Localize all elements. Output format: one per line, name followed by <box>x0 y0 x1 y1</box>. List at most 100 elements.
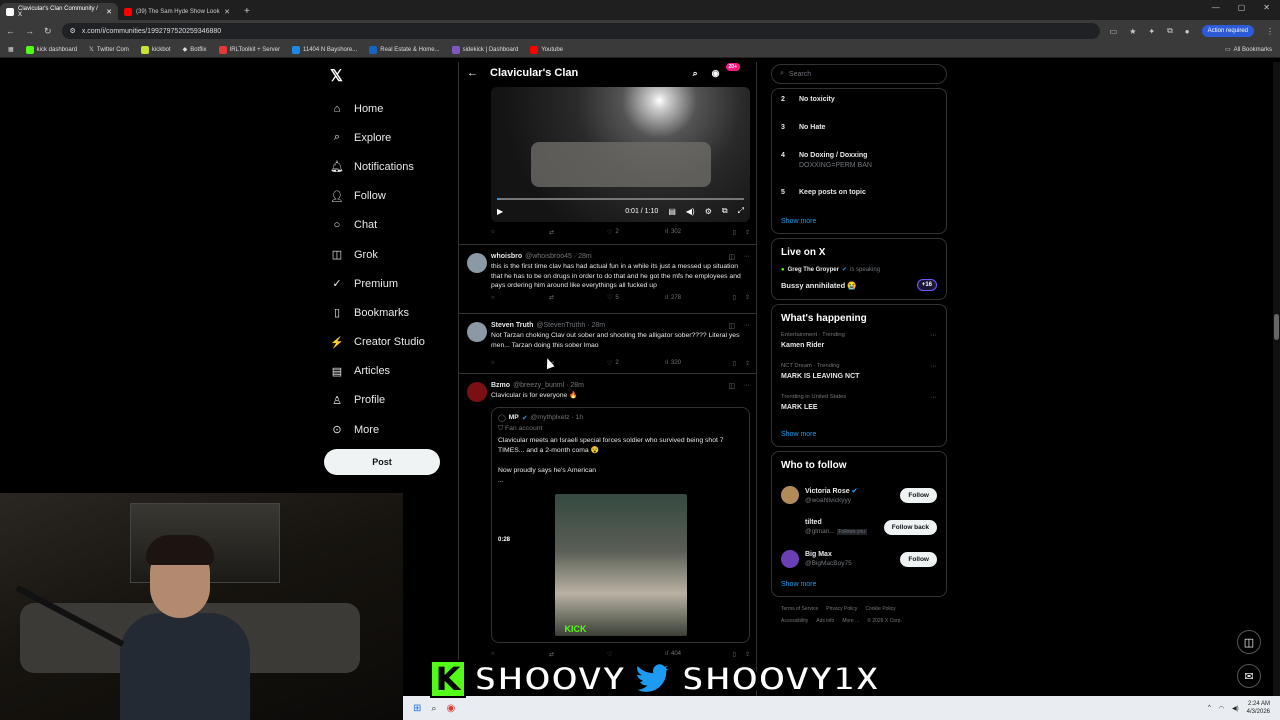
views-button[interactable]: ıl 302 <box>665 229 723 235</box>
quoted-author[interactable]: MP <box>509 414 519 421</box>
views-button[interactable]: ıl 320 <box>665 360 723 366</box>
nav-creator-studio[interactable]: ⚡ Creator Studio <box>322 328 452 357</box>
tweet-author[interactable]: Steven Truth <box>491 322 533 329</box>
nav-premium[interactable]: ✓ Premium <box>322 269 452 298</box>
retweet-button[interactable]: ⇄ <box>549 360 607 367</box>
close-tab-icon[interactable]: ✕ <box>106 8 112 16</box>
bookmark-item[interactable]: kickbot <box>140 45 171 54</box>
wifi-icon[interactable]: ◠ <box>1219 705 1224 712</box>
fullscreen-icon[interactable]: ⤢ <box>738 206 744 216</box>
bookmark-item[interactable]: sidekick | Dashboard <box>451 45 518 54</box>
nav-articles[interactable]: ▤ Articles <box>322 357 452 386</box>
reply-button[interactable]: ○ <box>491 229 549 235</box>
tab-clavicular[interactable]: Clavicular's Clan Community / X ✕ <box>0 3 118 20</box>
apps-icon[interactable]: ▦ <box>8 46 14 53</box>
retweet-button[interactable]: ⇄ <box>549 229 607 236</box>
like-button[interactable]: ♡ <box>607 651 665 658</box>
bookmark-item[interactable]: kick dashboard <box>25 45 77 54</box>
volume-icon[interactable]: ◀) <box>686 207 695 216</box>
share-icon[interactable]: ⇪ <box>745 229 750 236</box>
bookmark-icon[interactable]: ▯ <box>733 229 736 236</box>
tweet[interactable]: Bzmo @breezy_bunml · 28m ◫ ··· Clavicular i… <box>459 373 756 673</box>
reply-button[interactable]: ○ <box>491 360 549 366</box>
reply-button[interactable]: ○ <box>491 295 549 301</box>
bookmark-item[interactable]: 𝕏 Twitter Com <box>89 46 129 54</box>
avatar[interactable] <box>781 518 799 536</box>
tweet-author[interactable]: whoisbro <box>491 253 522 260</box>
close-tab-icon[interactable]: ✕ <box>224 8 230 16</box>
chrome-taskbar-icon[interactable]: ◉ <box>446 703 455 714</box>
nav-chat[interactable]: ○ Chat <box>322 211 452 240</box>
live-space[interactable]: Bussy annihilated 😭 +16 <box>781 279 937 291</box>
quoted-tweet[interactable]: ◯ MP ✔ @mythplxelz · 1h ⛉ Fan account Clavi… <box>491 406 750 643</box>
volume-tray-icon[interactable]: ◀) <box>1232 705 1239 712</box>
avatar[interactable] <box>467 253 487 273</box>
footer-link[interactable]: Terms of Service <box>781 606 818 612</box>
more-icon[interactable]: ··· <box>930 332 937 339</box>
back-icon[interactable]: ← <box>6 26 15 36</box>
bookmark-item[interactable]: 11404 N Bayshore... <box>291 45 357 54</box>
like-button[interactable]: ♡ 5 <box>607 294 665 302</box>
footer-link[interactable]: More ... <box>842 618 859 624</box>
settings-icon[interactable]: ⚙ <box>705 207 712 216</box>
grok-icon[interactable]: ◫ <box>728 382 735 390</box>
url-field[interactable]: ⚙ x.com/i/communities/199279752025934688… <box>61 23 1100 39</box>
more-icon[interactable]: ··· <box>930 363 937 370</box>
follow-suggestion[interactable]: tilted @glman... Follows you Follow back <box>781 511 937 543</box>
grok-fab-icon[interactable]: ◫ <box>1237 630 1261 654</box>
show-more-link[interactable]: Show more <box>781 581 937 588</box>
follow-button[interactable]: Follow <box>900 551 937 567</box>
footer-link[interactable]: Cookie Policy <box>865 606 895 612</box>
nav-home[interactable]: ⌂ Home <box>322 94 452 123</box>
avatar[interactable] <box>781 486 799 504</box>
back-arrow-icon[interactable]: ← <box>467 67 478 79</box>
views-button[interactable]: ıl 404 <box>665 651 723 657</box>
views-button[interactable]: ıl 278 <box>665 295 723 301</box>
profile-icon[interactable]: ● <box>1185 27 1190 36</box>
start-icon[interactable]: ⊞ <box>413 703 421 714</box>
pip-icon[interactable]: ⧉ <box>722 206 728 216</box>
more-icon[interactable]: ··· <box>743 322 750 330</box>
nav-follow[interactable]: 👤︎ Follow <box>322 182 452 211</box>
more-icon[interactable]: ··· <box>743 253 750 261</box>
bookmark-item[interactable]: Real Estate & Home... <box>369 45 440 54</box>
tweet[interactable]: whoisbro @whoisbroo45 · 28m ◫ ··· this is t… <box>459 244 756 312</box>
bookmark-icon[interactable]: ▯ <box>733 651 736 658</box>
retweet-button[interactable]: ⇄ <box>549 651 607 658</box>
extension-icon[interactable]: ✦ <box>1148 27 1155 36</box>
tray-chevron-icon[interactable]: ^ <box>1208 705 1211 711</box>
footer-link[interactable]: Accessibility <box>781 618 808 624</box>
quoted-video[interactable]: KICK <box>554 493 687 636</box>
x-logo-icon[interactable]: 𝕏 <box>330 66 452 86</box>
follow-suggestion[interactable]: Victoria Rose ✔ @woahlivickyyy Follow <box>781 479 937 511</box>
follow-button[interactable]: Follow <box>900 487 937 503</box>
nav-more[interactable]: ⊙ More <box>322 415 452 444</box>
bookmark-star-icon[interactable]: ★ <box>1129 27 1136 36</box>
avatar[interactable] <box>781 550 799 568</box>
live-host[interactable]: Greg The Groyper <box>788 267 839 273</box>
minimize-icon[interactable]: — <box>1212 3 1220 12</box>
site-info-icon[interactable]: ⚙ <box>70 27 76 35</box>
post-button[interactable]: Post <box>324 449 440 475</box>
bookmark-item[interactable]: Youtube <box>530 45 563 54</box>
close-window-icon[interactable]: ✕ <box>1263 3 1270 12</box>
bookmark-item[interactable]: IRLToolkit + Server <box>218 45 280 54</box>
nav-notifications[interactable]: 🔔︎ Notifications <box>322 152 452 181</box>
bookmark-icon[interactable]: ▯ <box>733 294 736 301</box>
search-icon[interactable]: ⌕ <box>693 68 698 79</box>
all-bookmarks[interactable]: ▭ All Bookmarks <box>1225 46 1272 54</box>
tweet[interactable]: Steven Truth @StevenTruthh · 28m ◫ ··· Not … <box>459 313 756 371</box>
show-more-link[interactable]: Show more <box>781 431 937 438</box>
nav-grok[interactable]: ◫ Grok <box>322 240 452 269</box>
grok-icon[interactable]: ◫ <box>728 253 735 261</box>
nav-bookmarks[interactable]: ▯ Bookmarks <box>322 298 452 327</box>
like-button[interactable]: ♡ 2 <box>607 360 665 367</box>
scrollbar-thumb[interactable] <box>1274 314 1279 340</box>
share-icon[interactable]: ⇪ <box>745 360 750 367</box>
clock[interactable]: 2:24 AM 4/3/2026 <box>1247 700 1270 716</box>
play-icon[interactable]: ▶ <box>497 207 503 216</box>
reply-button[interactable]: ○ <box>491 651 549 657</box>
chat-fab-icon[interactable]: ✉ <box>1237 664 1261 688</box>
more-icon[interactable]: ··· <box>930 394 937 401</box>
captions-icon[interactable]: ▤ <box>668 207 676 216</box>
